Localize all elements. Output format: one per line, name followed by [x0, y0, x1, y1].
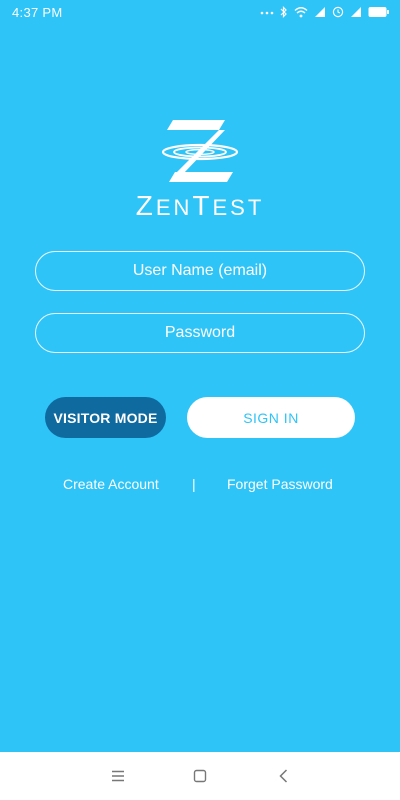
- zentest-logo-icon: [161, 120, 239, 182]
- bluetooth-icon: [280, 6, 287, 18]
- password-input[interactable]: [35, 313, 365, 353]
- app-logo: ZENTEST: [0, 118, 400, 222]
- link-separator: |: [192, 476, 196, 492]
- logo-text-en: EN: [155, 195, 193, 220]
- signal-icon: [315, 7, 325, 17]
- forget-password-link[interactable]: Forget Password: [227, 476, 333, 492]
- signal-icon-2: [351, 7, 361, 17]
- create-account-link[interactable]: Create Account: [63, 476, 159, 492]
- status-bar: 4:37 PM: [0, 0, 400, 24]
- logo-text-est: EST: [212, 195, 265, 220]
- status-icons: [260, 4, 390, 20]
- alarm-icon: [332, 6, 344, 18]
- system-nav-bar: [0, 752, 400, 800]
- account-links: Create Account | Forget Password: [0, 476, 400, 494]
- battery-icon: [368, 7, 389, 17]
- username-input[interactable]: [35, 251, 365, 291]
- menu-icon[interactable]: [108, 766, 128, 786]
- logo-text-t: T: [192, 190, 213, 221]
- wifi-icon: [294, 7, 308, 18]
- sign-in-button[interactable]: SIGN IN: [187, 397, 355, 438]
- visitor-mode-button[interactable]: VISITOR MODE: [45, 397, 166, 438]
- status-time: 4:37 PM: [12, 5, 63, 20]
- back-icon[interactable]: [274, 766, 294, 786]
- logo-text-z: Z: [135, 190, 156, 221]
- logo-text: ZENTEST: [0, 190, 400, 222]
- home-icon[interactable]: [190, 766, 210, 786]
- more-dots-icon: [260, 11, 274, 15]
